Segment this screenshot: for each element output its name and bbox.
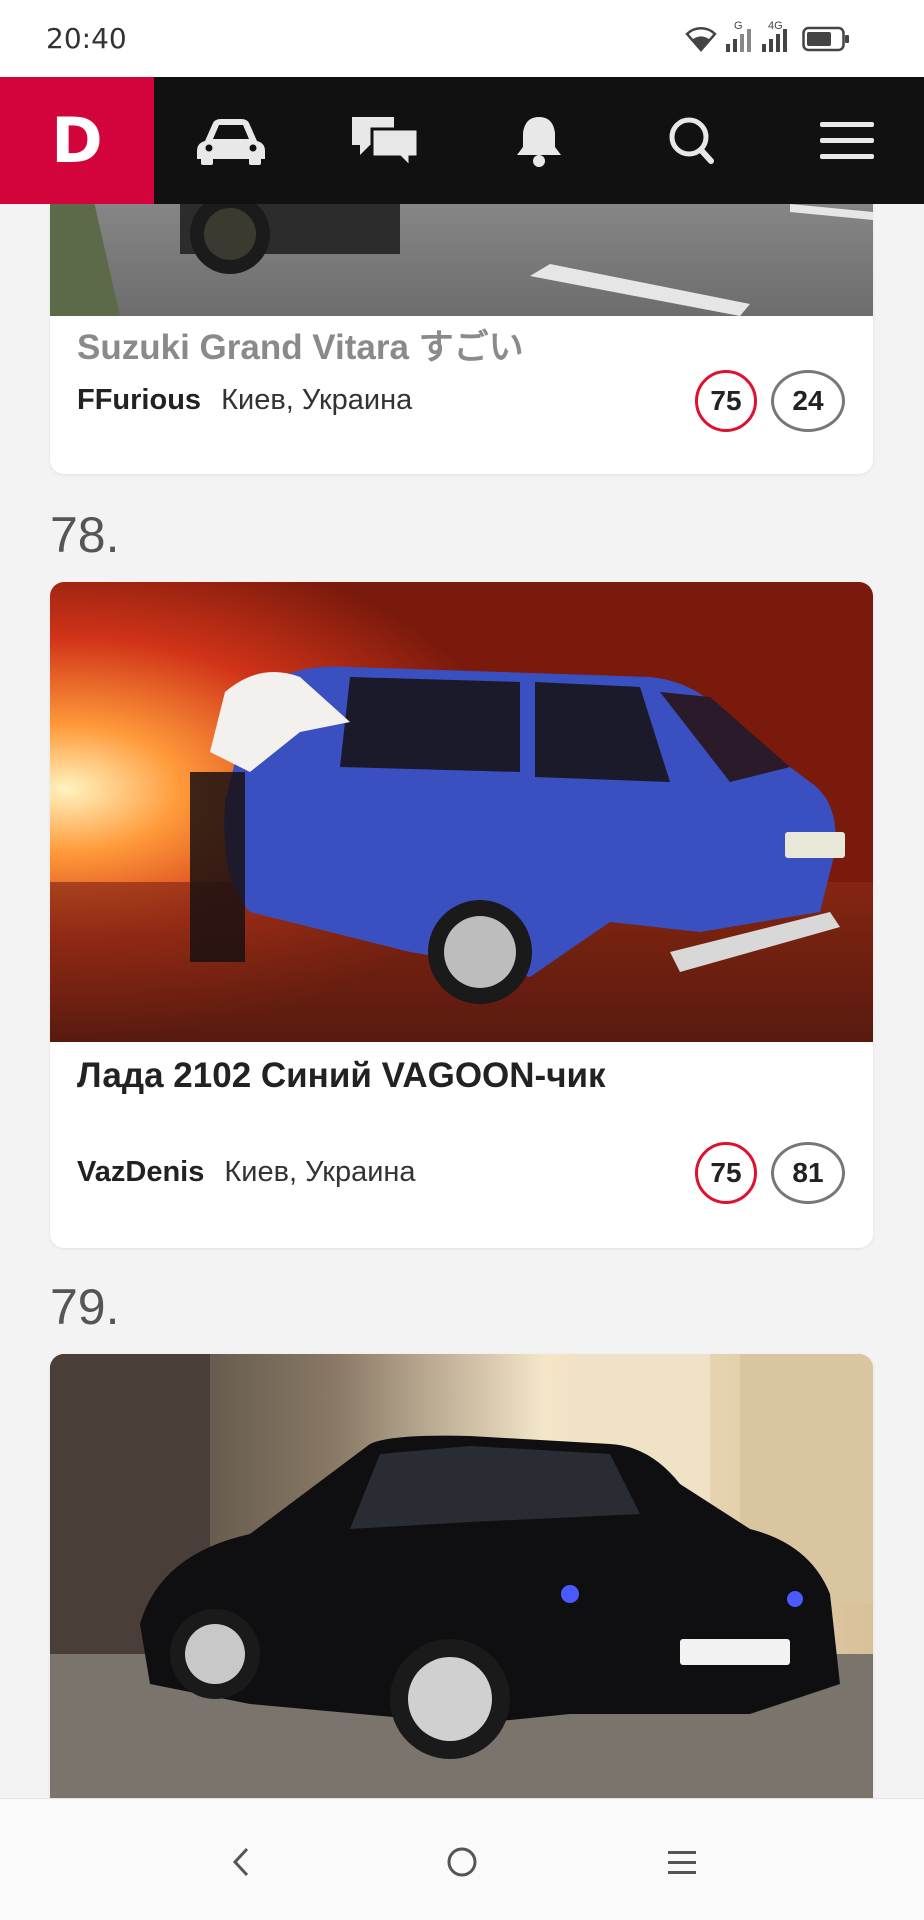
car-title[interactable]: Лада 2102 Синий VAGOON-чик xyxy=(77,1052,637,1099)
back-button[interactable] xyxy=(216,1837,266,1887)
car-icon xyxy=(197,118,265,165)
bell-icon xyxy=(517,116,561,167)
nav-search[interactable] xyxy=(616,77,770,204)
recents-button[interactable] xyxy=(657,1837,707,1887)
rank-number: 78. xyxy=(50,507,120,563)
signal-icon xyxy=(726,29,751,52)
car-photo[interactable] xyxy=(50,1354,873,1814)
author-location: Киев, Украина xyxy=(221,384,413,416)
rank-number: 79. xyxy=(50,1279,120,1335)
rating-badge: 75 xyxy=(695,370,757,432)
home-button[interactable] xyxy=(437,1837,487,1887)
status-bar: 20:40 G 4G xyxy=(0,0,924,77)
nav-notifications[interactable] xyxy=(462,77,616,204)
car-photo[interactable] xyxy=(50,582,873,1042)
car-card[interactable]: Suzuki Grand Vitara すごい FFurious Киев, У… xyxy=(50,184,873,474)
system-navigation-bar xyxy=(0,1798,924,1920)
comments-badge[interactable]: 24 xyxy=(771,370,845,432)
back-icon xyxy=(232,1847,249,1877)
comments-badge[interactable]: 81 xyxy=(771,1142,845,1204)
author-location: Киев, Украина xyxy=(224,1156,416,1188)
status-icons: G 4G xyxy=(684,20,884,60)
car-card[interactable] xyxy=(50,1354,873,1814)
status-time: 20:40 xyxy=(46,22,127,55)
drive2-logo[interactable]: D xyxy=(0,77,154,204)
car-meta: FFurious Киев, Украина xyxy=(77,384,412,417)
home-icon xyxy=(447,1847,477,1877)
car-meta: VazDenis Киев, Украина xyxy=(77,1156,416,1189)
logo-letter: D xyxy=(51,104,103,177)
top-navigation: D xyxy=(0,77,924,204)
rating-badge: 75 xyxy=(695,1142,757,1204)
wifi-icon xyxy=(685,27,717,52)
nav-cars[interactable] xyxy=(154,77,308,204)
menu-icon xyxy=(820,121,874,159)
nav-messages[interactable] xyxy=(308,77,462,204)
author-name[interactable]: FFurious xyxy=(77,384,201,416)
car-card[interactable]: Лада 2102 Синий VAGOON-чик VazDenis Киев… xyxy=(50,582,873,1248)
battery-icon xyxy=(802,26,849,52)
nav-menu[interactable] xyxy=(770,77,924,204)
recents-icon xyxy=(668,1851,696,1874)
search-icon xyxy=(669,117,714,164)
author-name[interactable]: VazDenis xyxy=(77,1156,204,1188)
chat-icon xyxy=(352,116,420,169)
car-title[interactable]: Suzuki Grand Vitara すごい xyxy=(77,324,637,371)
signal-icon xyxy=(762,29,787,52)
